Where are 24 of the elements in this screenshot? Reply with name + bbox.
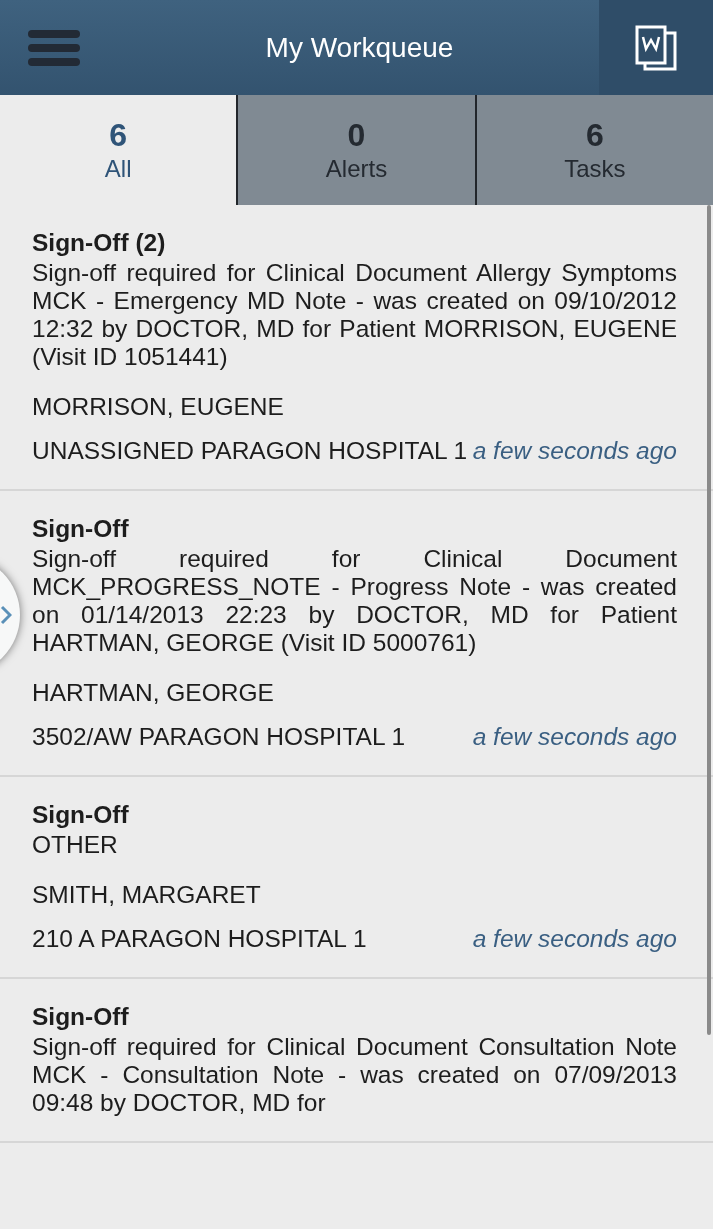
tab[interactable]: 6 Tasks [474, 95, 713, 205]
item-title: Sign-Off [32, 515, 130, 543]
item-description: OTHER [32, 831, 119, 859]
menu-icon [28, 27, 80, 68]
item-title: Sign-Off [32, 801, 130, 829]
patient-name: SMITH, MARGARET [32, 881, 262, 909]
document-button[interactable] [599, 0, 713, 95]
item-description: Sign-off required for Clinical Document MCK_PROGRESS_NOTE - Progress Note - was created on 01/14/2013 22:23 by DOCTOR, MD for Patient HARTMAN, GEORGE (Visit ID 5000761) [32, 545, 677, 657]
location: 210 A PARAGON HOSPITAL 1 [32, 925, 367, 953]
chevron-icon [0, 605, 12, 625]
item-title: Sign-Off (2) [32, 229, 167, 257]
patient-name: HARTMAN, GEORGE [32, 679, 275, 707]
timestamp: a few seconds ago [472, 925, 677, 953]
location: 3502/AW PARAGON HOSPITAL 1 [32, 723, 406, 751]
tab[interactable]: 0 Alerts [236, 95, 475, 205]
patient-name: MORRISON, EUGENE [32, 393, 285, 421]
timestamp: a few seconds ago [472, 437, 677, 465]
item-description: Sign-off required for Clinical Document Consultation Note MCK - Consultation Note - was created on 07/09/2013 09:48 by DOCTOR, MD for [32, 1033, 677, 1117]
location: UNASSIGNED PARAGON HOSPITAL 1 [32, 437, 468, 465]
timestamp: a few seconds ago [472, 723, 677, 751]
item-title: Sign-Off [32, 1003, 130, 1031]
item-description: Sign-off required for Clinical Document Allergy Symptoms MCK - Emergency MD Note - was created on 09/10/2012 12:32 by DOCTOR, MD for Patient MORRISON, EUGENE (Visit ID 1051441) [32, 259, 677, 371]
document-icon [635, 24, 677, 71]
screen-title: My Workqueue [265, 30, 454, 65]
